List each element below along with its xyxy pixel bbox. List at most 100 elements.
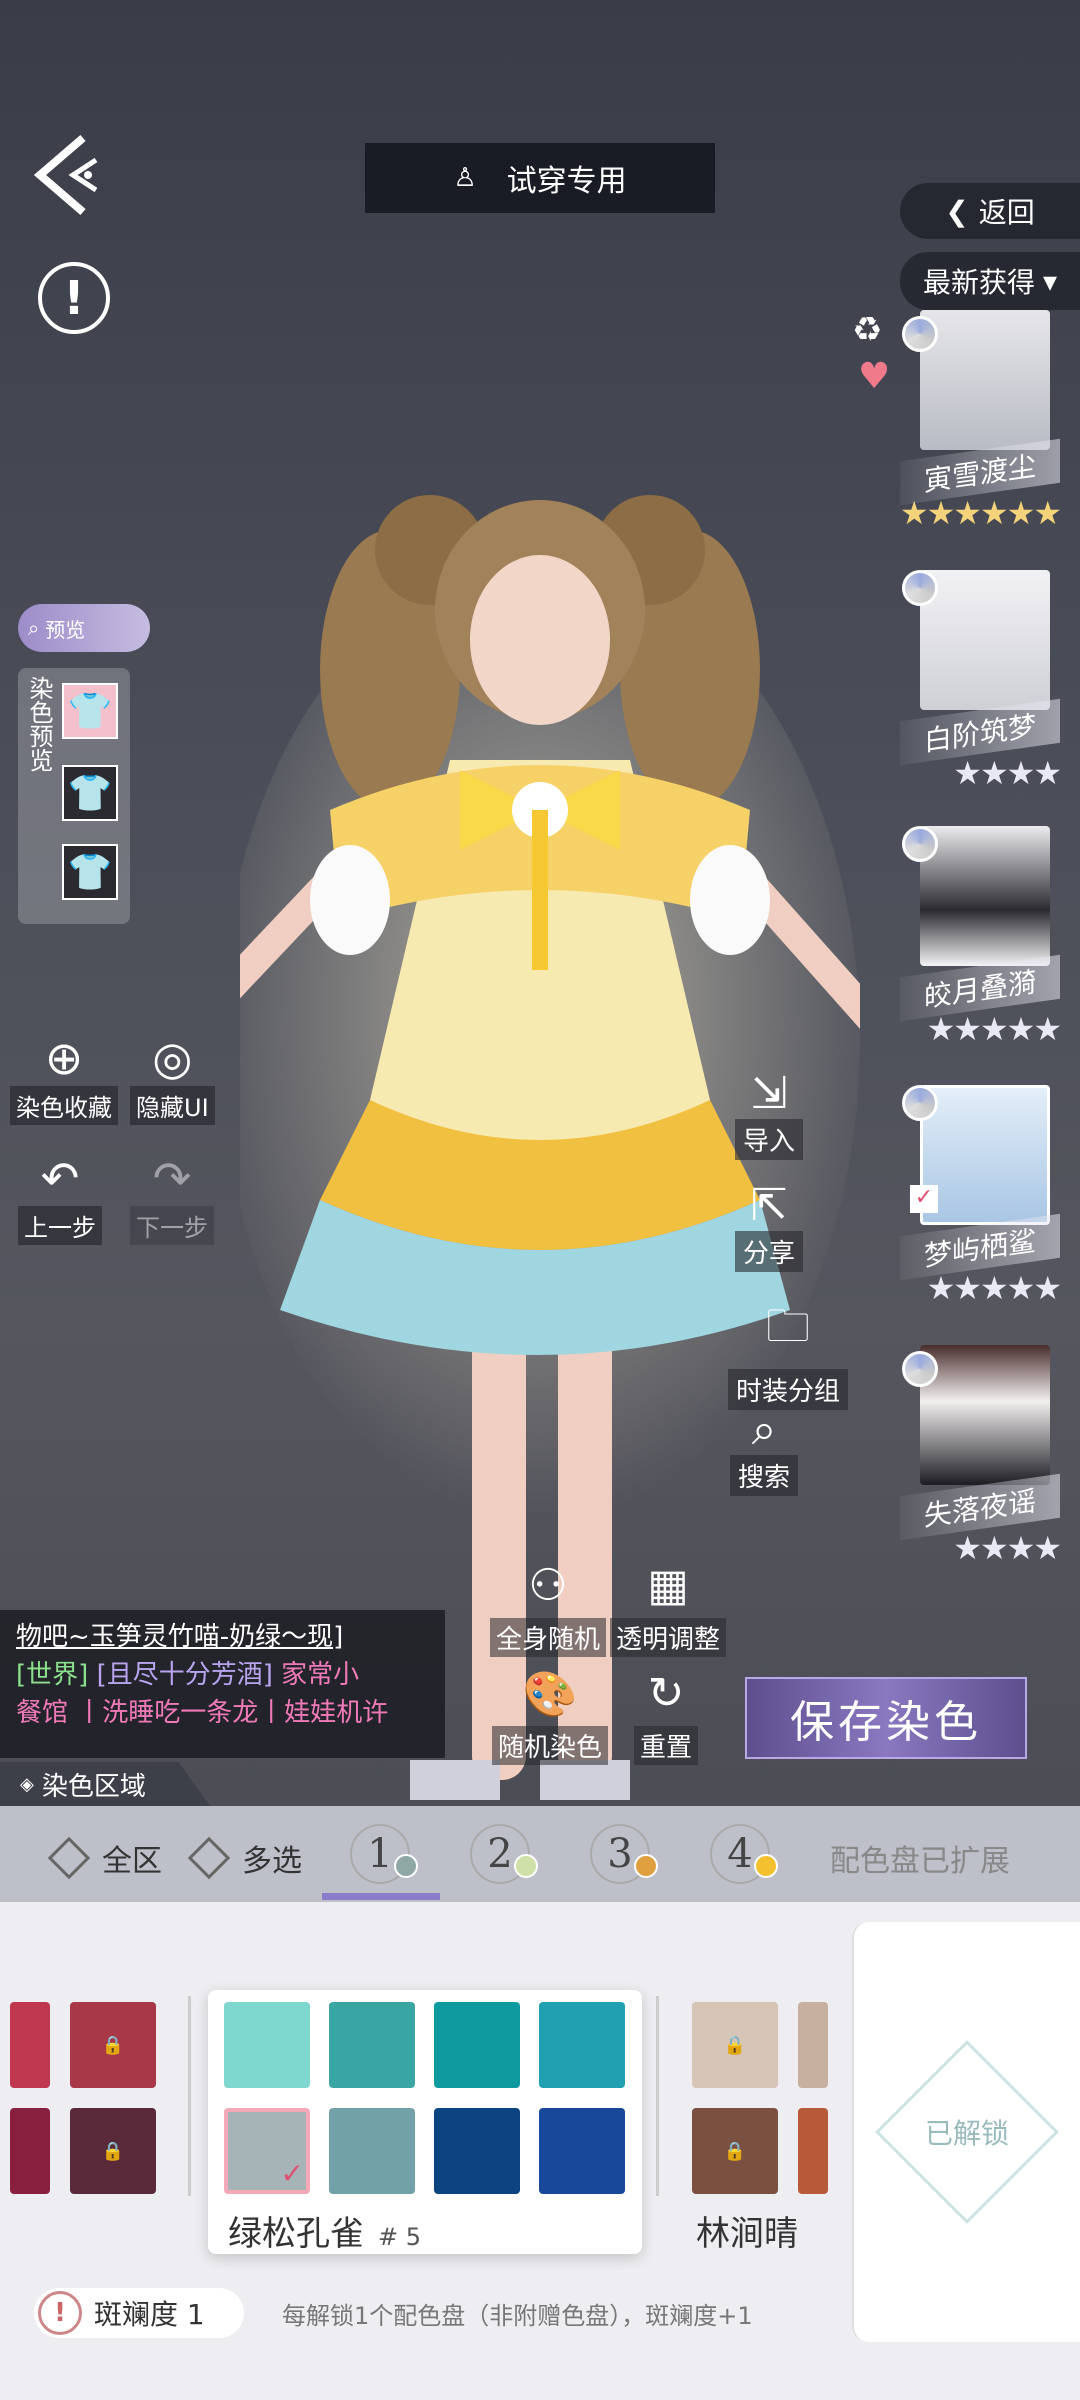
reset-button[interactable]: ↻ 重置: [634, 1668, 699, 1765]
info-icon[interactable]: !: [38, 262, 110, 334]
random-dye-button[interactable]: 🎨 随机染色: [492, 1668, 609, 1765]
locked-swatch[interactable]: 🔒: [692, 2108, 778, 2194]
folder-icon: 🗀: [766, 1301, 810, 1352]
transparency-label: 透明调整: [610, 1618, 727, 1657]
world-chat[interactable]: 物吧~玉笋灵竹喵-奶绿～现] [世界] [且尽十分芳酒] 家常小 餐馆 丨洗睡吃…: [0, 1610, 445, 1758]
all-region-label: 全区: [102, 1844, 162, 1879]
vibrancy-label: 斑斓度 1: [94, 2298, 205, 2331]
title-bar: ♙ 试穿专用: [365, 143, 715, 213]
swatch[interactable]: [539, 2002, 625, 2088]
outfit-thumbnail: [920, 310, 1050, 450]
locked-swatch[interactable]: 🔒: [70, 2002, 156, 2088]
outfit-group-button[interactable]: 🗀 时装分组: [728, 1294, 849, 1410]
outfit-stars: ★★★★★: [926, 1010, 1062, 1048]
all-region-option[interactable]: 全区: [47, 1836, 162, 1880]
shirt-preview-slot-2[interactable]: 👕: [62, 765, 118, 821]
outfit-thumbnail: [920, 570, 1050, 710]
sort-dropdown[interactable]: 最新获得 ▾: [900, 252, 1080, 310]
active-tab-indicator: [322, 1893, 440, 1900]
return-button[interactable]: ❮ 返回: [900, 183, 1080, 239]
outfit-item-1[interactable]: 寅雪渡尘 ★★★★★★: [860, 310, 1062, 532]
swatch[interactable]: [224, 2002, 310, 2088]
chat-user: [且尽十分芳酒]: [96, 1660, 273, 1690]
tab-number: 4: [727, 1831, 753, 1877]
undo-label: 上一步: [18, 1206, 102, 1245]
expanded-label: 配色盘已扩展: [830, 1844, 1010, 1879]
dye-dot-icon: [902, 316, 938, 352]
outfit-item-4-selected[interactable]: ✓ 梦屿栖鲨 ★★★★★: [860, 1085, 1062, 1307]
share-button[interactable]: ⇱ 分享: [735, 1180, 804, 1272]
palette-tab-3[interactable]: 3: [590, 1824, 658, 1884]
back-arrow-icon[interactable]: [28, 130, 108, 220]
swatch[interactable]: [434, 2002, 520, 2088]
multi-select-option[interactable]: 多选: [187, 1836, 302, 1880]
locked-swatch[interactable]: 🔒: [70, 2108, 156, 2194]
swatch[interactable]: [434, 2108, 520, 2194]
palette-bar: 全区 多选 1 2 3 4 配色盘已扩展: [0, 1806, 1080, 1902]
sort-label: 最新获得: [922, 266, 1035, 299]
palette-icon: 🎨: [522, 1669, 578, 1720]
shirt-preview-slot-3[interactable]: 👕: [62, 844, 118, 900]
caret-down-icon: ▾: [1042, 264, 1058, 298]
outfit-stars: ★★★★★★: [899, 494, 1062, 532]
palette-tab-4[interactable]: 4: [710, 1824, 778, 1884]
dress-icon: ♙: [453, 163, 477, 193]
tab-number: 2: [487, 1831, 513, 1877]
vibrancy-badge[interactable]: ! 斑斓度 1: [34, 2288, 244, 2338]
save-dye-button[interactable]: 保存染色: [745, 1677, 1027, 1759]
hide-ui-button[interactable]: ◎ 隐藏UI: [130, 1030, 215, 1125]
palette-tab-2[interactable]: 2: [470, 1824, 538, 1884]
redo-icon: ↷: [152, 1151, 192, 1205]
outfit-stars: ★★★★: [953, 754, 1062, 792]
dye-favorite-label: 染色收藏: [10, 1086, 118, 1125]
search-icon: ⌕: [751, 1404, 777, 1455]
outfit-item-2[interactable]: 白阶筑梦 ★★★★: [860, 570, 1062, 792]
swatch[interactable]: [10, 2002, 50, 2088]
swatch[interactable]: [10, 2108, 50, 2194]
transparency-button[interactable]: ▦ 透明调整: [610, 1560, 727, 1657]
undo-button[interactable]: ↶ 上一步: [18, 1150, 102, 1245]
palette-card-selected[interactable]: ✓ 绿松孔雀 # 5: [208, 1990, 642, 2254]
page-title: 试穿专用: [506, 164, 627, 199]
full-random-button[interactable]: ⚇ 全身随机: [490, 1560, 607, 1657]
reset-icon: ↻: [647, 1668, 685, 1719]
chat-channel-world: [世界]: [16, 1660, 89, 1690]
outfit-thumbnail: [920, 1345, 1050, 1485]
palette-name: 绿松孔雀: [228, 2214, 364, 2254]
redo-button[interactable]: ↷ 下一步: [130, 1150, 214, 1245]
palette-label: 绿松孔雀 # 5: [228, 2206, 421, 2255]
dye-region-label: 染色区域: [41, 1771, 146, 1802]
search-button[interactable]: ⌕ 搜索: [730, 1404, 799, 1496]
outfit-thumbnail: [920, 826, 1050, 966]
palette-name-next: 林涧晴: [696, 2214, 798, 2254]
shirt-preview-slot-1[interactable]: 👕: [62, 683, 118, 739]
swatch[interactable]: [798, 2002, 828, 2088]
preview-toggle[interactable]: ⌕ 预览: [18, 604, 150, 652]
swatch-selected[interactable]: ✓: [224, 2108, 310, 2194]
dye-region-tab[interactable]: ◈ 染色区域: [0, 1762, 210, 1806]
checkmark-icon: ✓: [280, 2157, 304, 2190]
dye-dot-icon: [902, 1085, 938, 1121]
vibrancy-hint: 每解锁1个配色盘（非附赠色盘），斑斓度+1: [282, 2302, 753, 2330]
unlocked-label: 已解锁: [924, 2116, 1010, 2150]
magnify-icon: ⌕: [28, 616, 40, 640]
redo-label: 下一步: [130, 1206, 214, 1245]
dye-dot-icon: [902, 570, 938, 606]
locked-swatch[interactable]: 🔒: [692, 2002, 778, 2088]
outfit-item-3[interactable]: 皎月叠漪 ★★★★★: [860, 826, 1062, 1048]
outfit-item-5[interactable]: 失落夜谣 ★★★★: [860, 1345, 1062, 1567]
dye-favorite-button[interactable]: ⊕ 染色收藏: [10, 1030, 118, 1125]
undo-icon: ↶: [40, 1151, 80, 1205]
chat-message-cont-2: 丨洗睡吃一条龙丨娃娃机许: [76, 1698, 389, 1728]
swatch[interactable]: [329, 2002, 415, 2088]
swatch[interactable]: [329, 2108, 415, 2194]
checkmark-icon: ✓: [910, 1185, 938, 1213]
chat-message: 家常小: [281, 1660, 360, 1690]
swatch[interactable]: [539, 2108, 625, 2194]
import-button[interactable]: ⇲ 导入: [735, 1068, 804, 1160]
palette-tab-1[interactable]: 1: [350, 1824, 418, 1884]
unlocked-card[interactable]: 已解锁: [852, 1922, 1080, 2342]
swatch[interactable]: [798, 2108, 828, 2194]
chat-line-1: 物吧~玉笋灵竹喵-奶绿～现]: [16, 1622, 344, 1652]
tab-color-dot: [394, 1854, 418, 1878]
